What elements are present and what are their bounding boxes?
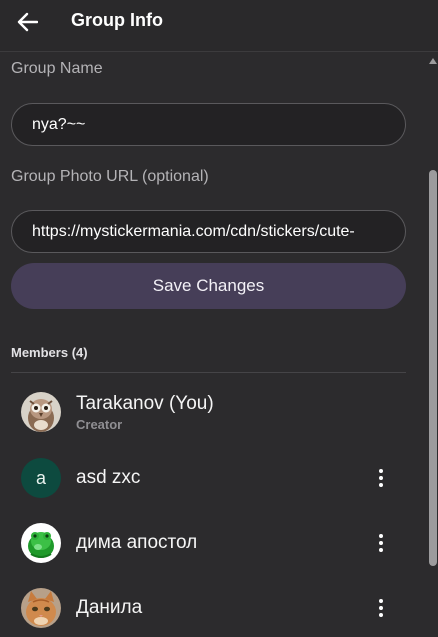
member-row[interactable]: Данила — [11, 580, 406, 636]
member-role: Creator — [76, 417, 123, 432]
more-options-button[interactable] — [371, 531, 391, 555]
member-row[interactable]: Tarakanov (You) Creator — [11, 384, 406, 440]
green-frog-avatar — [21, 523, 61, 563]
member-row[interactable]: дима апостол — [11, 515, 406, 571]
divider — [11, 372, 406, 373]
more-vertical-icon-dot — [379, 483, 383, 487]
more-vertical-icon — [379, 599, 383, 603]
more-vertical-icon-dot — [379, 548, 383, 552]
more-vertical-icon-dot — [379, 606, 383, 610]
member-name: Tarakanov (You) — [76, 393, 214, 414]
member-name: дима апостол — [76, 532, 198, 553]
arrow-left-icon — [17, 12, 38, 32]
more-options-button[interactable] — [371, 596, 391, 620]
owl-photo-avatar — [21, 392, 61, 432]
photo-url-input[interactable]: https://mystickermania.com/cdn/stickers/… — [11, 210, 406, 253]
scrollbar-thumb[interactable] — [429, 170, 437, 566]
member-name: Данила — [76, 597, 143, 618]
page-title: Group Info — [71, 10, 163, 30]
more-vertical-icon-dot — [379, 476, 383, 480]
scroll-up-arrow-icon[interactable] — [429, 56, 437, 66]
letter-avatar: a — [21, 458, 61, 498]
group-name-input[interactable]: nya?~~ — [11, 103, 406, 146]
member-row[interactable]: a asd zxc — [11, 450, 406, 506]
cat-photo-avatar — [21, 588, 61, 628]
app-header: Group Info — [0, 0, 438, 52]
more-vertical-icon-dot — [379, 541, 383, 545]
save-changes-button[interactable]: Save Changes — [11, 263, 406, 309]
member-name: asd zxc — [76, 467, 141, 488]
photo-url-label: Group Photo URL (optional) — [11, 168, 209, 185]
more-vertical-icon-dot — [379, 613, 383, 617]
back-button[interactable] — [12, 9, 42, 35]
more-vertical-icon — [379, 469, 383, 473]
group-name-label: Group Name — [11, 60, 103, 77]
members-heading: Members (4) — [11, 345, 88, 360]
more-options-button[interactable] — [371, 466, 391, 490]
more-vertical-icon — [379, 534, 383, 538]
